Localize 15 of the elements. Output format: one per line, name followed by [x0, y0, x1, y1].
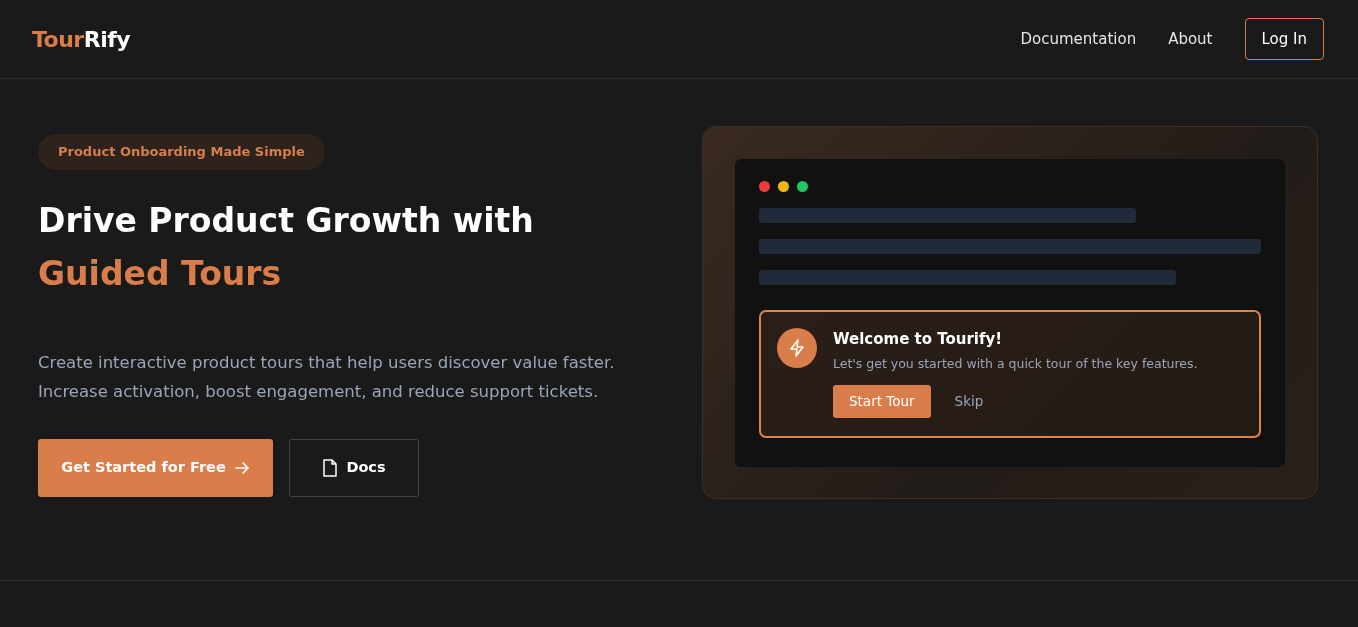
document-icon	[322, 458, 339, 477]
tooltip-text: Let's get you started with a quick tour of the key features.	[833, 354, 1198, 373]
hero-description: Create interactive product tours that help users discover value faster. Increase activation, boost engagement, and reduce support tickets.	[38, 351, 616, 403]
login-button[interactable]: Log In	[1244, 17, 1324, 61]
headline: Drive Product Growth with	[38, 199, 535, 242]
tagline-pill: Product Onboarding Made Simple	[38, 134, 325, 170]
arrow-right-icon	[233, 459, 250, 476]
tooltip-title: Welcome to Tourify!	[833, 329, 1004, 350]
lightning-icon	[777, 328, 817, 368]
skip-button[interactable]: Skip	[946, 385, 992, 418]
nav-link[interactable]: About	[1168, 27, 1213, 51]
nav-link[interactable]: Documentation	[1020, 27, 1137, 51]
logo[interactable]: TourRify	[32, 22, 131, 56]
docs-button[interactable]: Docs	[289, 438, 419, 497]
headline-highlight: Guided Tours	[38, 252, 283, 295]
